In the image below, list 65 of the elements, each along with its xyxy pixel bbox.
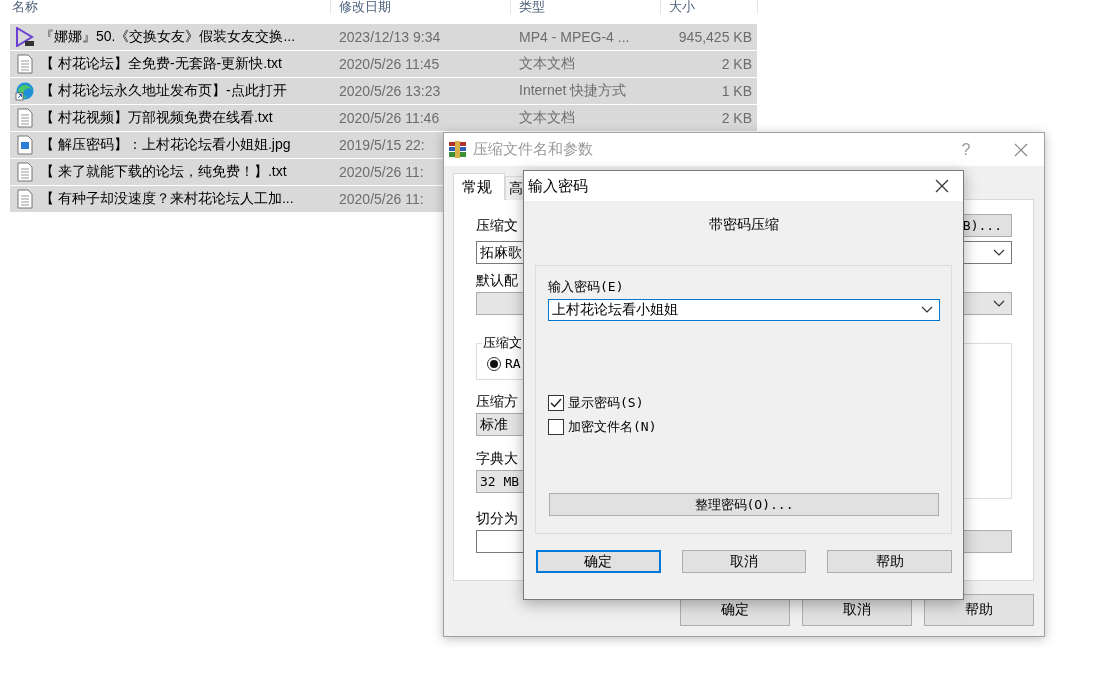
file-date: 2020/5/26 11: bbox=[338, 191, 424, 207]
file-row[interactable]: 【 村花论坛】全免费-无套路-更新快.txt 2020/5/26 11:45 文本文档 2 KB bbox=[10, 51, 757, 77]
file-date: 2020/5/26 13:23 bbox=[338, 83, 441, 99]
field-label: 默认配 bbox=[476, 272, 518, 289]
checkbox-label: 显示密码(S) bbox=[568, 394, 644, 412]
file-name: 【 解压密码】：上村花论坛看小姐姐.jpg bbox=[40, 136, 291, 154]
close-icon[interactable] bbox=[935, 179, 949, 193]
organize-passwords-button[interactable]: 整理密码(O)... bbox=[549, 493, 939, 516]
dialog-button[interactable]: 确定 bbox=[536, 550, 661, 573]
file-name: 【 村花论坛永久地址发布页】-点此打开 bbox=[40, 82, 287, 100]
video-file-icon bbox=[15, 27, 35, 47]
file-type: MP4 - MPEG-4 ... bbox=[518, 29, 630, 45]
window-title: 压缩文件名和参数 bbox=[473, 140, 594, 159]
document-icon bbox=[15, 54, 35, 74]
dialog-button[interactable]: 取消 bbox=[681, 550, 807, 573]
document-icon bbox=[15, 108, 35, 128]
column-header[interactable]: 修改日期 bbox=[331, 0, 511, 14]
file-size: 2 KB bbox=[721, 110, 753, 126]
dialog-heading: 带密码压缩 bbox=[708, 216, 779, 232]
checkbox[interactable] bbox=[548, 395, 564, 411]
radio-button[interactable] bbox=[487, 356, 501, 371]
chevron-down-icon bbox=[993, 299, 1005, 308]
password-field[interactable]: 上村花论坛看小姐姐 bbox=[548, 299, 940, 321]
file-row[interactable]: 『娜娜』50.《交换女友》假装女友交换... 2023/12/13 9:34 MP4 - MPEG-4 ... 945,425 KB bbox=[10, 24, 757, 50]
field-label: 切分为 bbox=[476, 510, 518, 527]
dialog-button[interactable]: 帮助 bbox=[924, 594, 1034, 626]
file-size: 2 KB bbox=[721, 56, 753, 72]
field-label: 字典大 bbox=[476, 450, 518, 467]
file-row[interactable]: 【 村花论坛永久地址发布页】-点此打开 2020/5/26 13:23 Internet 快捷方式 1 KB bbox=[10, 78, 757, 104]
document-icon bbox=[15, 162, 35, 182]
image-file-icon bbox=[15, 135, 35, 155]
file-name: 『娜娜』50.《交换女友》假装女友交换... bbox=[40, 28, 296, 46]
file-type: 文本文档 bbox=[518, 109, 575, 127]
column-header[interactable]: 名称 bbox=[10, 0, 331, 14]
field-label: 输入密码(E) bbox=[548, 278, 624, 295]
file-date: 2020/5/26 11: bbox=[338, 164, 424, 180]
books-icon bbox=[448, 140, 467, 159]
checkmark-icon bbox=[550, 398, 562, 408]
file-size: 1 KB bbox=[721, 83, 753, 99]
field-label: 压缩文 bbox=[476, 216, 518, 234]
file-date: 2023/12/13 9:34 bbox=[338, 29, 441, 45]
radio-label: RA bbox=[505, 356, 521, 371]
file-type: 文本文档 bbox=[518, 55, 575, 73]
column-header[interactable]: 大小 bbox=[661, 0, 758, 14]
chevron-down-icon bbox=[993, 248, 1005, 257]
file-date: 2019/5/15 22: bbox=[338, 137, 425, 153]
document-icon bbox=[15, 189, 35, 209]
file-date: 2020/5/26 11:45 bbox=[338, 56, 440, 72]
group-label: 压缩文 bbox=[482, 334, 523, 352]
file-name: 【 村花论坛】全免费-无套路-更新快.txt bbox=[40, 55, 282, 73]
file-size: 945,425 KB bbox=[678, 29, 753, 45]
checkbox-label: 加密文件名(N) bbox=[568, 418, 657, 436]
file-name: 【 村花视频】万部视频免费在线看.txt bbox=[40, 109, 273, 127]
file-type: Internet 快捷方式 bbox=[518, 82, 627, 100]
file-name: 【 有种子却没速度？来村花论坛人工加... bbox=[40, 190, 294, 208]
tab[interactable]: 常规 bbox=[453, 173, 505, 200]
file-date: 2020/5/26 11:46 bbox=[338, 110, 440, 126]
file-row[interactable]: 【 村花视频】万部视频免费在线看.txt 2020/5/26 11:46 文本文档 2 KB bbox=[10, 105, 757, 131]
checkbox[interactable] bbox=[548, 419, 564, 435]
chevron-down-icon bbox=[921, 306, 933, 314]
column-header[interactable]: 类型 bbox=[511, 0, 661, 14]
file-name: 【 来了就能下载的论坛，纯免费！】.txt bbox=[40, 163, 287, 181]
field-label: 压缩方 bbox=[476, 393, 518, 410]
dialog-button[interactable]: 帮助 bbox=[827, 550, 952, 573]
browser-shortcut-icon bbox=[15, 81, 35, 101]
